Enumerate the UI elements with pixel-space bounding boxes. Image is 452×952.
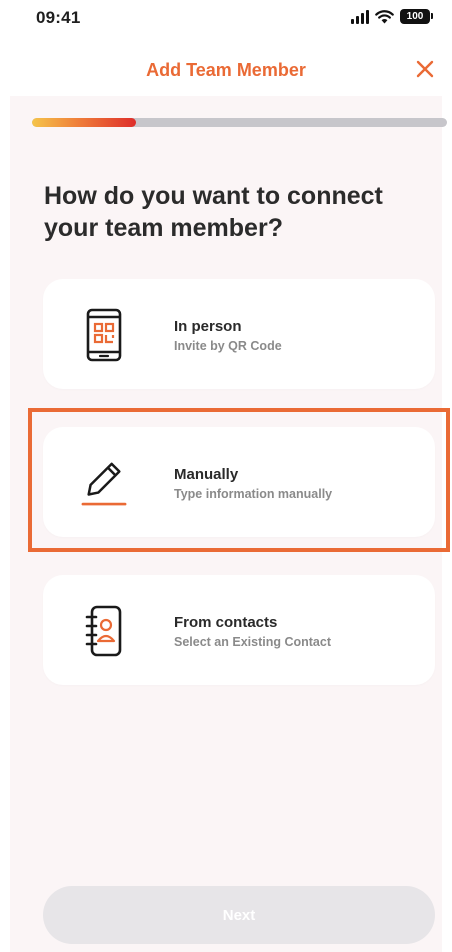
progress-bar-fill [32, 118, 136, 127]
option-manually[interactable]: Manually Type information manually [43, 427, 435, 537]
option-title: From contacts [174, 614, 278, 631]
header: Add Team Member [0, 40, 452, 96]
option-in-person[interactable]: In person Invite by QR Code [43, 279, 435, 389]
page-title: Add Team Member [146, 60, 306, 80]
option-title: In person [174, 318, 242, 335]
cellular-signal-icon [351, 9, 369, 24]
contact-book-icon [81, 601, 127, 661]
battery-icon: 100 [400, 9, 433, 24]
status-bar: 09:41 100 [0, 0, 452, 40]
pencil-icon [81, 453, 127, 513]
progress-bar [32, 118, 447, 127]
option-subtitle: Type information manually [174, 487, 333, 501]
option-subtitle: Invite by QR Code [174, 339, 282, 353]
status-icons: 100 [351, 9, 433, 24]
content-area: How do you want to connect your team mem… [10, 96, 450, 952]
phone-qr-code-icon [81, 305, 127, 365]
question-heading: How do you want to connect your team mem… [44, 182, 383, 242]
wifi-icon [375, 9, 394, 23]
close-icon[interactable] [414, 58, 436, 80]
status-time: 09:41 [36, 8, 81, 27]
option-title: Manually [174, 466, 239, 483]
option-from-contacts[interactable]: From contacts Select an Existing Contact [43, 575, 435, 685]
next-button[interactable]: Next [43, 886, 435, 944]
option-subtitle: Select an Existing Contact [174, 635, 331, 649]
